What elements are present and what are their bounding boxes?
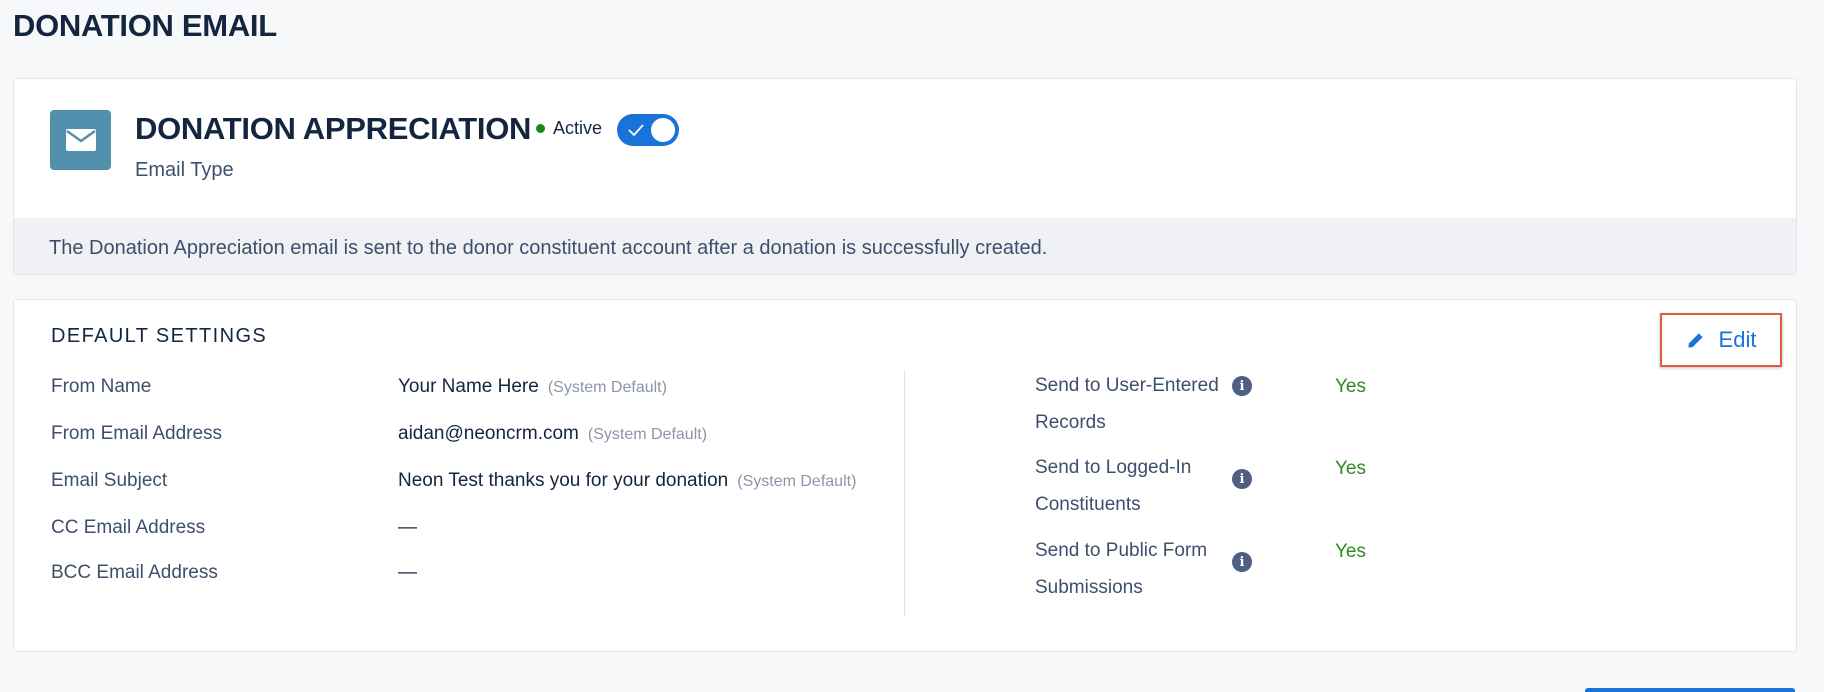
logged-in-constituents-value: Yes	[1335, 458, 1366, 479]
from-name-text: Your Name Here	[398, 376, 539, 397]
info-icon[interactable]: i	[1232, 469, 1252, 489]
check-icon	[628, 124, 644, 137]
email-subject-label: Email Subject	[51, 470, 168, 491]
from-email-label: From Email Address	[51, 423, 223, 444]
email-type-card: DONATION APPRECIATION Active Email Type …	[13, 78, 1797, 275]
default-settings-card: DEFAULT SETTINGS Edit From Name Your Nam…	[13, 299, 1797, 652]
active-toggle[interactable]	[617, 114, 679, 146]
email-subject-value: Neon Test thanks you for your donation (S…	[398, 470, 856, 492]
from-email-text: aidan@neoncrm.com	[398, 423, 579, 444]
email-type-subtitle: Email Type	[135, 159, 234, 181]
page-title: DONATION EMAIL	[13, 8, 277, 43]
public-form-submissions-value: Yes	[1335, 541, 1366, 562]
system-default-note: (System Default)	[737, 473, 857, 490]
from-name-value: Your Name Here (System Default)	[398, 376, 667, 398]
email-subject-text: Neon Test thanks you for your donation	[398, 470, 729, 491]
section-title: DEFAULT SETTINGS	[51, 325, 268, 347]
system-default-note: (System Default)	[587, 426, 708, 443]
label-line: Send to Public Form	[1035, 540, 1208, 561]
info-icon[interactable]: i	[1232, 376, 1252, 396]
from-email-value: aidan@neoncrm.com (System Default)	[398, 423, 707, 445]
system-default-note: (System Default)	[547, 379, 667, 396]
partial-button-bottom[interactable]	[1585, 688, 1795, 692]
label-line: Records	[1035, 412, 1106, 433]
envelope-icon	[50, 110, 111, 170]
label-line: Send to User-Entered	[1035, 375, 1219, 396]
from-name-label: From Name	[51, 376, 152, 397]
label-line: Send to Logged-In	[1035, 457, 1192, 478]
pencil-icon	[1687, 332, 1703, 348]
public-form-submissions-label: Send to Public Form Submissions	[1035, 532, 1235, 606]
cc-email-label: CC Email Address	[51, 517, 206, 538]
logged-in-constituents-label: Send to Logged-In Constituents	[1035, 449, 1235, 523]
label-line: Submissions	[1035, 577, 1143, 598]
label-line: Constituents	[1035, 494, 1141, 515]
status-dot-icon	[536, 124, 545, 133]
info-icon[interactable]: i	[1232, 552, 1252, 572]
email-type-header: DONATION APPRECIATION Active Email Type	[14, 79, 1796, 218]
email-type-name: DONATION APPRECIATION	[135, 111, 532, 146]
cc-email-value: —	[398, 517, 417, 538]
bcc-email-label: BCC Email Address	[51, 562, 218, 583]
user-entered-records-value: Yes	[1335, 376, 1366, 397]
edit-button[interactable]: Edit	[1660, 313, 1782, 367]
email-type-description: The Donation Appreciation email is sent …	[14, 218, 1796, 274]
user-entered-records-label: Send to User-Entered Records	[1035, 367, 1235, 441]
status-label: Active	[553, 118, 603, 138]
edit-button-label: Edit	[1718, 327, 1757, 352]
column-divider	[904, 370, 905, 616]
toggle-knob	[651, 118, 675, 142]
bcc-email-value: —	[398, 562, 417, 583]
